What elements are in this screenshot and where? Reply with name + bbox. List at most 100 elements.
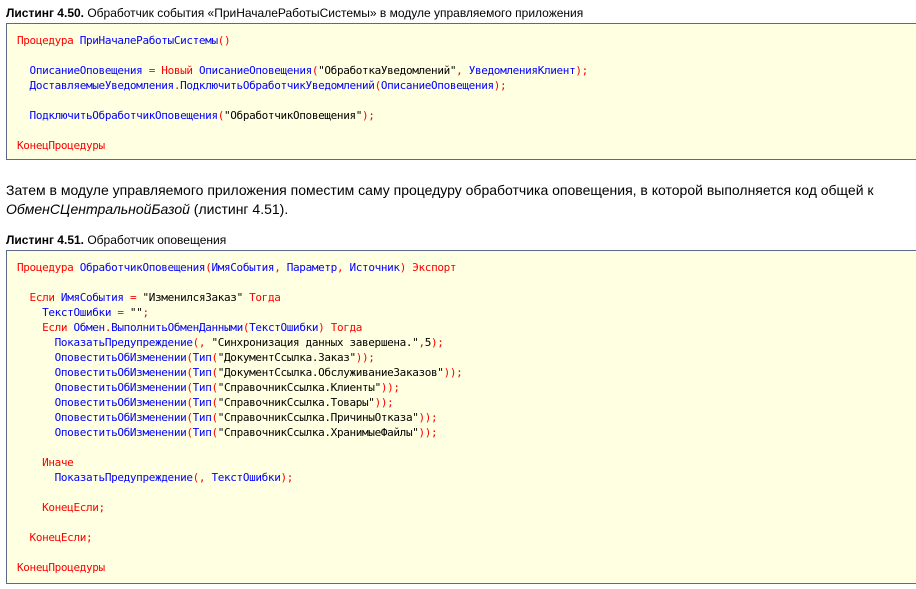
code-line: ТекстОшибки = ""; (17, 305, 462, 320)
code-listing-4-51: Процедура ОбработчикОповещения(ИмяСобыти… (17, 260, 463, 575)
code-token: ПоказатьПредупреждение (54, 336, 193, 349)
code-token: Тип (192, 351, 212, 364)
code-token: Тогда (330, 321, 363, 334)
code-token: Процедура (17, 34, 74, 47)
code-token: ОповеститьОбИзменении (54, 396, 187, 409)
code-line: ПодключитьОбработчикОповещения("Обработч… (17, 108, 588, 123)
listing-number: Листинг 4.51. (6, 233, 84, 247)
code-token: Обмен (73, 321, 105, 334)
code-token: "СправочникСсылка.Товары" (217, 396, 375, 409)
code-token: "Синхронизация данных завершена." (205, 336, 419, 349)
code-token: ПодключитьОбработчикОповещения (29, 109, 219, 122)
code-line: КонецПроцедуры (17, 138, 588, 153)
code-token: ОписаниеОповещения (29, 64, 143, 77)
code-token: ОповеститьОбИзменении (54, 381, 187, 394)
code-token: ОповеститьОбИзменении (54, 411, 187, 424)
listing-4-50-caption: Листинг 4.50. Обработчик события «ПриНач… (6, 6, 583, 20)
code-token: ОповеститьОбИзменении (54, 366, 187, 379)
code-token: ПриНачалеРаботыСистемы (79, 34, 218, 47)
code-token: КонецЕсли (29, 531, 87, 544)
code-token: ); (493, 79, 507, 92)
code-line: ОповеститьОбИзменении(Тип("СправочникСсы… (17, 380, 462, 395)
code-line: КонецЕсли; (17, 500, 462, 515)
code-token: Если (42, 321, 68, 334)
code-line: КонецЕсли; (17, 530, 462, 545)
code-token: )); (355, 351, 375, 364)
code-line: ОповеститьОбИзменении(Тип("СправочникСсы… (17, 410, 462, 425)
code-line: ОповеститьОбИзменении(Тип("СправочникСсы… (17, 425, 462, 440)
code-token: Тип (192, 366, 212, 379)
code-token: ; (142, 306, 149, 319)
code-line: ОповеститьОбИзменении(Тип("ДокументСсылк… (17, 365, 463, 380)
code-token: ДоставляемыеУведомления (29, 79, 175, 92)
code-token: "" (123, 306, 143, 319)
code-token: ОбработчикОповещения (79, 261, 206, 274)
code-token: (, (192, 471, 206, 484)
code-token: () (217, 34, 231, 47)
code-line: Иначе (17, 455, 462, 470)
listing-title: Обработчик события «ПриНачалеРаботыСисте… (84, 6, 584, 20)
code-token: ОповеститьОбИзменении (54, 351, 187, 364)
code-line: Если ИмяСобытия = "ИзменилсяЗаказ" Тогда (17, 290, 462, 305)
code-token: ИмяСобытия (211, 261, 275, 274)
listing-4-51-code-block: Процедура ОбработчикОповещения(ИмяСобыти… (6, 250, 916, 584)
code-token: Источник (349, 261, 401, 274)
listing-4-51-caption: Листинг 4.51. Обработчик оповещения (6, 233, 226, 247)
code-line: Процедура ПриНачалеРаботыСистемы() (17, 33, 588, 48)
code-token: КонецПроцедуры (17, 139, 105, 152)
code-line: ПоказатьПредупреждение(, ТекстОшибки); (17, 470, 462, 485)
listing-number: Листинг 4.50. (6, 6, 84, 20)
paragraph-line-2-text: (листинг 4.51). (189, 201, 289, 217)
code-token: КонецПроцедуры (17, 561, 105, 574)
paragraph-line-1: Затем в модуле управляемого приложения п… (6, 182, 874, 198)
code-token: Тип (192, 411, 212, 424)
code-token: Тип (192, 396, 212, 409)
code-token: УведомленияКлиент (468, 64, 576, 77)
code-token: ); (431, 336, 444, 349)
code-token: )); (418, 411, 438, 424)
code-line: ОписаниеОповещения = Новый ОписаниеОпове… (17, 63, 589, 78)
code-token: "ОбработкаУведомлений" (318, 64, 457, 77)
code-token: (, (192, 336, 206, 349)
code-token: "СправочникСсылка.ПричиныОтказа" (217, 411, 419, 424)
code-token: ; (98, 501, 106, 514)
code-token: "ИзменилсяЗаказ" (136, 291, 250, 304)
code-token: ОписаниеОповещения (198, 64, 312, 77)
code-token: )); (443, 366, 463, 379)
code-token: Тип (192, 381, 212, 394)
listing-title: Обработчик оповещения (84, 233, 227, 247)
code-token: "ДокументСсылка.ОбслуживаниеЗаказов" (217, 366, 444, 379)
code-token: ); (575, 64, 588, 77)
code-line: ОповеститьОбИзменении(Тип("ДокументСсылк… (17, 350, 462, 365)
code-listing-4-50: Процедура ПриНачалеРаботыСистемы() Описа… (17, 33, 588, 153)
code-token: ); (280, 471, 294, 484)
paragraph-italic-term: ОбменСЦентральнойБазой (6, 201, 190, 217)
code-token: ОповеститьОбИзменении (54, 426, 187, 439)
code-token: Новый (161, 64, 193, 77)
code-line: Процедура ОбработчикОповещения(ИмяСобыти… (17, 260, 462, 275)
code-token: )); (418, 426, 438, 439)
code-line: ПоказатьПредупреждение(, "Синхронизация … (17, 335, 462, 350)
code-token: "ДокументСсылка.Заказ" (217, 351, 356, 364)
code-token: Экспорт (412, 261, 457, 274)
